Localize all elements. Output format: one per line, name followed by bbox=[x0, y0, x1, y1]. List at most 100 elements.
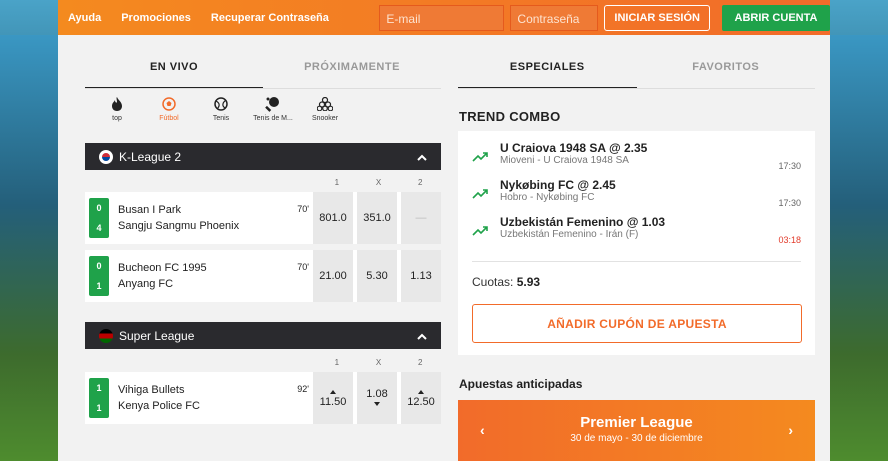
sport-label: Tenis de M... bbox=[253, 115, 293, 122]
divider bbox=[85, 88, 441, 89]
login-button[interactable]: INICIAR SESIÓN bbox=[604, 4, 710, 31]
odd-away[interactable]: 12.50 bbox=[401, 372, 441, 424]
trend-event: Uzbekistán Femenino - Irán (F) bbox=[500, 229, 639, 240]
main-panel: EN VIVO PRÓXIMAMENTE ESPECIALES FAVORITO… bbox=[58, 35, 830, 461]
match-minute: 92' bbox=[297, 384, 309, 394]
tennis-ball-icon bbox=[195, 95, 247, 113]
sport-football[interactable]: Fútbol bbox=[143, 95, 195, 122]
odds-up-icon bbox=[330, 390, 336, 394]
live-score: 1 1 bbox=[89, 378, 109, 418]
away-team: Anyang FC bbox=[118, 278, 174, 290]
league-name: K-League 2 bbox=[119, 149, 182, 164]
trend-time: 17:30 bbox=[778, 198, 801, 208]
odds-col-1: 1 bbox=[334, 358, 340, 367]
league-name: Super League bbox=[119, 328, 195, 343]
sport-label: Fútbol bbox=[159, 115, 179, 122]
combo-odds-label: Cuotas: bbox=[472, 275, 514, 289]
match-row[interactable]: 0 4 Busan I Park Sangju Sangmu Phoenix 7… bbox=[85, 192, 441, 244]
match-minute: 70' bbox=[297, 262, 309, 272]
promotions-link[interactable]: Promociones bbox=[121, 12, 191, 24]
score-home: 1 bbox=[96, 383, 102, 393]
sport-top[interactable]: top bbox=[91, 95, 143, 122]
divider bbox=[472, 261, 801, 262]
match-row[interactable]: 1 1 Vihiga Bullets Kenya Police FC 92' 1… bbox=[85, 372, 441, 424]
sport-snooker[interactable]: Snooker bbox=[299, 95, 351, 122]
odd-home[interactable]: 801.0 bbox=[313, 192, 353, 244]
combo-odds-value: 5.93 bbox=[516, 275, 541, 289]
live-score: 0 4 bbox=[89, 198, 109, 238]
odds-col-1: 1 bbox=[334, 178, 340, 187]
tab-specials[interactable]: ESPECIALES bbox=[458, 47, 637, 89]
flame-icon bbox=[91, 95, 143, 113]
odd-draw[interactable]: 1.08 bbox=[357, 372, 397, 424]
trending-up-icon bbox=[472, 215, 500, 249]
match-row[interactable]: 0 1 Bucheon FC 1995 Anyang FC 70' 21.00 … bbox=[85, 250, 441, 302]
ante-post-title: Apuestas anticipadas bbox=[459, 377, 583, 391]
home-team: Bucheon FC 1995 bbox=[118, 262, 207, 274]
tab-upcoming[interactable]: PRÓXIMAMENTE bbox=[263, 47, 441, 89]
tab-favorites[interactable]: FAVORITOS bbox=[637, 47, 816, 89]
odds-col-2: 2 bbox=[417, 178, 423, 187]
stadium-background-left bbox=[0, 35, 58, 461]
chevron-up-icon[interactable] bbox=[417, 150, 427, 164]
recover-password-link[interactable]: Recuperar Contraseña bbox=[211, 12, 329, 24]
register-button[interactable]: ABRIR CUENTA bbox=[722, 4, 830, 31]
chevron-left-icon[interactable]: ‹ bbox=[480, 422, 485, 438]
odds-col-2: 2 bbox=[417, 358, 423, 367]
odd-home[interactable]: 11.50 bbox=[313, 372, 353, 424]
match-minute: 70' bbox=[297, 204, 309, 214]
match-teams: Vihiga Bullets Kenya Police FC bbox=[109, 372, 297, 424]
odds-up-icon bbox=[418, 390, 424, 394]
odds-col-x: X bbox=[375, 358, 382, 367]
odd-home[interactable]: 21.00 bbox=[313, 250, 353, 302]
chevron-up-icon[interactable] bbox=[417, 329, 427, 343]
odd-value: 1.08 bbox=[366, 388, 388, 400]
trend-combo-title: TREND COMBO bbox=[459, 109, 561, 124]
trend-item[interactable]: Nykøbing FC @ 2.45 Hobro - Nykøbing FC 1… bbox=[472, 178, 801, 212]
tab-live[interactable]: EN VIVO bbox=[85, 47, 263, 89]
kenya-flag-icon bbox=[99, 328, 113, 343]
trend-pick: Nykøbing FC @ 2.45 bbox=[500, 178, 616, 192]
ante-post-banner[interactable]: ‹ Premier League 30 de mayo - 30 de dici… bbox=[458, 400, 815, 461]
trend-pick: Uzbekistán Femenino @ 1.03 bbox=[500, 215, 666, 229]
password-field[interactable]: Contraseña bbox=[510, 4, 599, 31]
away-team: Sangju Sangmu Phoenix bbox=[118, 220, 240, 232]
odd-draw[interactable]: 5.30 bbox=[357, 250, 397, 302]
score-away: 1 bbox=[96, 403, 102, 413]
home-team: Busan I Park bbox=[118, 204, 181, 216]
chevron-right-icon[interactable]: › bbox=[788, 422, 793, 438]
odd-value: 12.50 bbox=[407, 396, 435, 408]
odds-header: 1 X 2 bbox=[316, 178, 441, 187]
help-link[interactable]: Ayuda bbox=[68, 12, 101, 24]
league-header[interactable]: K-League 2 bbox=[85, 143, 441, 170]
away-team: Kenya Police FC bbox=[118, 400, 200, 412]
sport-tennis[interactable]: Tenis bbox=[195, 95, 247, 122]
email-field[interactable]: E-mail bbox=[379, 4, 505, 31]
trending-up-icon bbox=[472, 178, 500, 212]
league-header[interactable]: Super League bbox=[85, 322, 441, 349]
add-coupon-button[interactable]: AÑADIR CUPÓN DE APUESTA bbox=[472, 304, 802, 343]
trending-up-icon bbox=[472, 141, 500, 175]
stadium-background-right bbox=[830, 35, 888, 461]
odds-col-x: X bbox=[375, 178, 382, 187]
match-teams: Bucheon FC 1995 Anyang FC bbox=[109, 250, 297, 302]
trend-item[interactable]: U Craiova 1948 SA @ 2.35 Mioveni - U Cra… bbox=[472, 141, 801, 175]
trend-combo-box: U Craiova 1948 SA @ 2.35 Mioveni - U Cra… bbox=[458, 131, 815, 355]
sport-label: Snooker bbox=[311, 115, 339, 122]
live-score: 0 1 bbox=[89, 256, 109, 296]
snooker-icon bbox=[299, 95, 351, 113]
south-korea-flag-icon bbox=[99, 149, 113, 164]
trend-time: 17:30 bbox=[778, 161, 801, 171]
odd-away: — bbox=[401, 192, 441, 244]
table-tennis-icon bbox=[247, 95, 299, 113]
home-team: Vihiga Bullets bbox=[118, 384, 185, 396]
top-bar: Ayuda Promociones Recuperar Contraseña E… bbox=[58, 0, 830, 35]
live-tabs: EN VIVO PRÓXIMAMENTE bbox=[85, 47, 441, 89]
sport-table-tennis[interactable]: Tenis de M... bbox=[247, 95, 299, 122]
special-tabs: ESPECIALES FAVORITOS bbox=[458, 47, 815, 89]
trend-item[interactable]: Uzbekistán Femenino @ 1.03 Uzbekistán Fe… bbox=[472, 215, 801, 249]
score-home: 0 bbox=[96, 203, 102, 213]
odd-draw[interactable]: 351.0 bbox=[357, 192, 397, 244]
trend-event: Mioveni - U Craiova 1948 SA bbox=[500, 155, 629, 166]
odd-away[interactable]: 1.13 bbox=[401, 250, 441, 302]
